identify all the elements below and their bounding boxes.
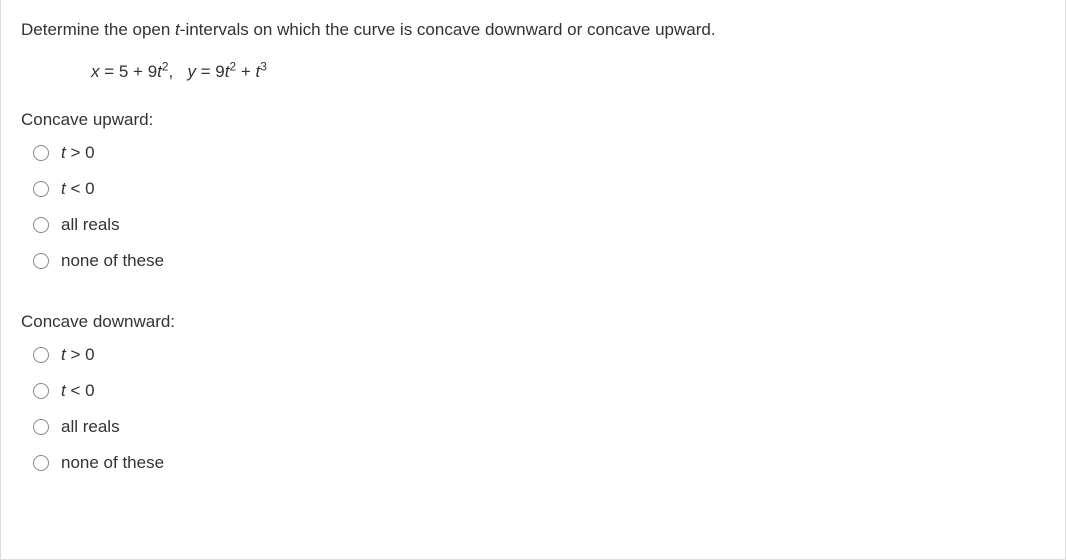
eq-y-text: = 9	[196, 62, 225, 81]
radio-icon[interactable]	[33, 347, 49, 363]
option-label: t > 0	[61, 142, 95, 164]
option-row-up-3[interactable]: all reals	[33, 210, 1045, 240]
question-prompt: Determine the open t-intervals on which …	[21, 18, 1045, 42]
opt-rest: < 0	[66, 381, 95, 400]
option-label: t > 0	[61, 344, 95, 366]
concave-downward-label: Concave downward:	[21, 312, 1045, 332]
option-label: none of these	[61, 250, 164, 272]
option-label: t < 0	[61, 178, 95, 200]
radio-icon[interactable]	[33, 455, 49, 471]
eq-comma: ,	[169, 62, 178, 81]
prompt-text-pre: Determine the open	[21, 20, 175, 39]
radio-icon[interactable]	[33, 419, 49, 435]
option-label: all reals	[61, 416, 120, 438]
radio-icon[interactable]	[33, 383, 49, 399]
eq-x-text: = 5 + 9	[100, 62, 158, 81]
option-row-down-3[interactable]: all reals	[33, 412, 1045, 442]
radio-icon[interactable]	[33, 181, 49, 197]
opt-rest: > 0	[66, 345, 95, 364]
question-container: Determine the open t-intervals on which …	[0, 0, 1066, 560]
eq-plus: +	[236, 62, 255, 81]
opt-rest: < 0	[66, 179, 95, 198]
radio-icon[interactable]	[33, 253, 49, 269]
eq-y-var: y	[187, 62, 196, 81]
option-label: t < 0	[61, 380, 95, 402]
option-row-up-1[interactable]: t > 0	[33, 138, 1045, 168]
concave-upward-label: Concave upward:	[21, 110, 1045, 130]
eq-sup3: 3	[260, 59, 267, 73]
radio-icon[interactable]	[33, 217, 49, 233]
eq-x-var: x	[91, 62, 100, 81]
opt-rest: > 0	[66, 143, 95, 162]
option-row-down-2[interactable]: t < 0	[33, 376, 1045, 406]
option-row-up-2[interactable]: t < 0	[33, 174, 1045, 204]
option-row-down-4[interactable]: none of these	[33, 448, 1045, 478]
option-row-up-4[interactable]: none of these	[33, 246, 1045, 276]
eq-sup2a: 2	[162, 59, 169, 73]
radio-icon[interactable]	[33, 145, 49, 161]
option-label: none of these	[61, 452, 164, 474]
equation: x = 5 + 9t2, y = 9t2 + t3	[91, 62, 1045, 82]
option-label: all reals	[61, 214, 120, 236]
prompt-text-post: -intervals on which the curve is concave…	[180, 20, 716, 39]
option-row-down-1[interactable]: t > 0	[33, 340, 1045, 370]
